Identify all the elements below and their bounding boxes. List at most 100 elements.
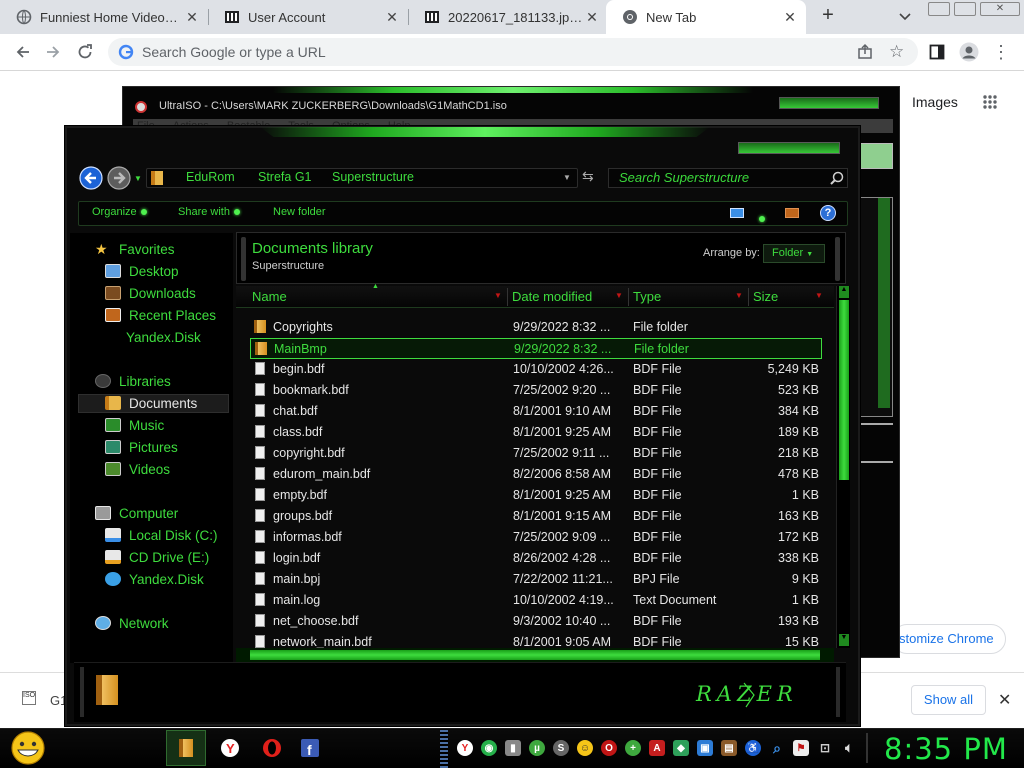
nav-favorites[interactable]: ★ Favorites <box>95 239 175 259</box>
tray-flag-icon[interactable]: ⚑ <box>793 740 809 756</box>
tray-app-icon[interactable]: ◉ <box>481 740 497 756</box>
file-row[interactable]: bookmark.bdf 7/25/2002 9:20 ... BDF File 52… <box>250 380 822 401</box>
file-row[interactable]: Copyrights 9/29/2022 8:32 ... File folder <box>250 317 822 338</box>
file-row[interactable]: chat.bdf 8/1/2001 9:10 AM BDF File 384 KB <box>250 401 822 422</box>
column-filter-icon[interactable]: ▼ <box>615 291 625 301</box>
tab-image-file[interactable]: 20220617_181133.jpg (4( ✕ <box>408 0 608 34</box>
scroll-down-arrow-icon[interactable]: ▼ <box>839 634 849 646</box>
share-icon[interactable] <box>856 43 874 61</box>
tray-opera-icon[interactable]: O <box>601 740 617 756</box>
file-row[interactable]: groups.bdf 8/1/2001 9:15 AM BDF File 163 KB <box>250 506 822 527</box>
close-icon[interactable]: ✕ <box>782 9 798 26</box>
star-icon[interactable]: ☆ <box>889 42 904 62</box>
close-window-button[interactable]: ✕ <box>980 2 1020 16</box>
column-date-modified[interactable]: Date modified <box>512 289 592 304</box>
menu-dots-icon[interactable]: ⋮ <box>990 41 1012 63</box>
column-size[interactable]: Size <box>753 289 778 304</box>
volume-icon[interactable]: 🔈︎ <box>841 740 857 756</box>
tray-grip[interactable] <box>440 730 448 768</box>
file-row[interactable]: begin.bdf 10/10/2002 4:26... BDF File 5,249… <box>250 359 822 380</box>
scroll-thumb[interactable] <box>878 198 890 408</box>
chevron-down-icon[interactable] <box>896 7 914 25</box>
organize-button[interactable]: Organize <box>92 206 147 218</box>
column-divider[interactable] <box>507 288 508 306</box>
nav-yandex-disk[interactable]: Yandex.Disk <box>126 327 201 347</box>
horizontal-scrollbar[interactable] <box>236 648 834 662</box>
customize-chrome-button[interactable]: stomize Chrome <box>892 624 1006 654</box>
file-row[interactable]: main.bpj 7/22/2002 11:21... BPJ File 9 KB <box>250 569 822 590</box>
preview-pane-icon[interactable] <box>785 208 799 218</box>
start-button[interactable] <box>8 730 48 766</box>
tray-accessibility-icon[interactable]: ♿ <box>745 740 761 756</box>
close-icon[interactable]: ✕ <box>384 9 400 26</box>
nav-recent-places[interactable]: Recent Places <box>105 305 216 325</box>
tray-pdf-icon[interactable]: A <box>649 740 665 756</box>
recent-pages-chevron-icon[interactable]: ▼ <box>134 174 142 183</box>
nav-documents[interactable]: Documents <box>105 393 197 413</box>
taskbar-opera[interactable] <box>254 733 290 763</box>
taskbar-clock[interactable]: 8:35 PM <box>884 732 1008 766</box>
show-all-button[interactable]: Show all <box>911 685 986 715</box>
view-options-dot-icon[interactable] <box>755 210 765 225</box>
column-filter-icon[interactable]: ▼ <box>735 291 745 301</box>
taskbar-yandex-browser[interactable]: Y <box>212 733 248 763</box>
view-icon[interactable] <box>730 208 744 218</box>
nav-cd-drive[interactable]: CD Drive (E:) <box>105 547 209 567</box>
file-row[interactable]: MainBmp 9/29/2022 8:32 ... File folder <box>250 338 822 359</box>
close-icon[interactable]: ✕ <box>998 690 1011 710</box>
search-input[interactable]: Search Superstructure <box>608 168 848 188</box>
back-arrow-icon[interactable] <box>12 41 34 63</box>
minimize-button[interactable] <box>928 2 950 16</box>
breadcrumb-strefa[interactable]: Strefa G1 <box>258 170 312 184</box>
help-icon[interactable]: ? <box>820 205 836 221</box>
nav-pictures[interactable]: Pictures <box>105 437 178 457</box>
column-name[interactable]: Name <box>252 289 287 304</box>
tab-new-tab[interactable]: New Tab ✕ <box>606 0 806 34</box>
breadcrumb-superstructure[interactable]: Superstructure <box>332 170 414 184</box>
tray-monitor-icon[interactable]: ▣ <box>697 740 713 756</box>
vertical-scrollbar[interactable]: ▲ ▼ <box>836 286 850 648</box>
file-row[interactable]: edurom_main.bdf 8/2/2006 8:58 AM BDF File 4… <box>250 464 822 485</box>
nav-local-disk[interactable]: Local Disk (C:) <box>105 525 218 545</box>
images-link[interactable]: Images <box>912 94 958 110</box>
nav-videos[interactable]: Videos <box>105 459 170 479</box>
tab-funniest-videos[interactable]: Funniest Home Videos pa ✕ <box>0 0 208 34</box>
file-row[interactable]: net_choose.bdf 9/3/2002 10:40 ... BDF File… <box>250 611 822 632</box>
close-icon[interactable]: ✕ <box>184 9 200 26</box>
file-row[interactable]: informas.bdf 7/25/2002 9:09 ... BDF File 17… <box>250 527 822 548</box>
search-icon[interactable] <box>830 171 844 185</box>
omnibox[interactable]: Search Google or type a URL ☆ <box>108 38 918 66</box>
new-tab-button[interactable]: + <box>818 4 838 28</box>
taskbar-explorer-active[interactable] <box>166 730 206 766</box>
refresh-icon[interactable]: ⇆ <box>582 168 600 186</box>
window-controls[interactable] <box>738 142 840 154</box>
tray-smiley-icon[interactable]: ☺ <box>577 740 593 756</box>
share-with-button[interactable]: Share with <box>178 206 240 218</box>
column-divider[interactable] <box>748 288 749 306</box>
column-type[interactable]: Type <box>633 289 661 304</box>
file-row[interactable]: empty.bdf 8/1/2001 9:25 AM BDF File 1 KB <box>250 485 822 506</box>
tray-search-icon[interactable]: ⌕ <box>769 740 785 756</box>
apps-grid-icon[interactable] <box>983 95 997 109</box>
tray-display-icon[interactable]: ⊡ <box>817 740 833 756</box>
nav-network[interactable]: Network <box>95 613 169 633</box>
column-filter-icon[interactable]: ▼ <box>494 291 504 301</box>
side-panel-icon[interactable] <box>926 41 948 63</box>
nav-libraries[interactable]: Libraries <box>95 371 171 391</box>
file-row[interactable]: copyright.bdf 7/25/2002 9:11 ... BDF File 2… <box>250 443 822 464</box>
arrange-by-dropdown[interactable]: Folder ▼ <box>763 244 825 263</box>
profile-avatar-icon[interactable] <box>958 41 980 63</box>
file-row[interactable]: login.bdf 8/26/2002 4:28 ... BDF File 338 K… <box>250 548 822 569</box>
ultraiso-scrollbar[interactable] <box>859 197 893 417</box>
tray-shield-icon[interactable]: ▮ <box>505 740 521 756</box>
taskbar-facebook[interactable]: f <box>292 733 328 763</box>
maximize-button[interactable] <box>954 2 976 16</box>
tray-torrent-icon[interactable]: µ <box>529 740 545 756</box>
forward-arrow-icon[interactable] <box>42 41 64 63</box>
window-controls[interactable] <box>779 97 879 109</box>
scroll-thumb[interactable] <box>250 650 820 660</box>
nav-downloads[interactable]: Downloads <box>105 283 196 303</box>
reload-icon[interactable] <box>74 41 96 63</box>
scroll-thumb[interactable] <box>839 300 849 480</box>
tray-plus-icon[interactable]: + <box>625 740 641 756</box>
